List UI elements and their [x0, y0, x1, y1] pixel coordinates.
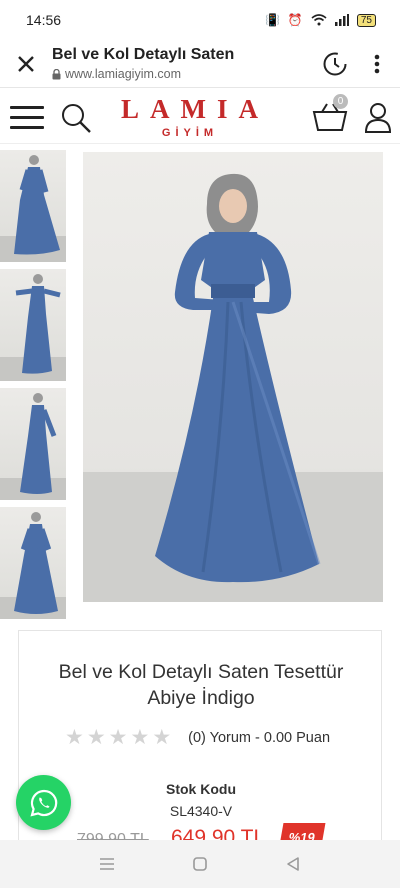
whatsapp-button[interactable]: [16, 775, 71, 830]
logo-sub: GİYİM: [161, 127, 219, 139]
product-thumbnail[interactable]: [0, 507, 66, 619]
product-thumbnail[interactable]: [0, 150, 66, 262]
product-name: Bel ve Kol Detaylı Saten Tesettür Abiye …: [58, 661, 344, 709]
star-icon: ★: [65, 726, 84, 749]
close-button[interactable]: [0, 55, 52, 73]
stock-code-value: SL4340-V: [169, 803, 233, 819]
history-icon[interactable]: [322, 51, 348, 77]
rating-text: (0) Yorum - 0.00 Puan: [188, 729, 331, 746]
stock-code-label: Stok Kodu: [166, 781, 236, 797]
site-logo[interactable]: LAMIA GİYİM: [100, 94, 280, 139]
product-main-image[interactable]: [83, 152, 383, 602]
star-icon: ★: [108, 726, 128, 749]
cart-button[interactable]: 0: [312, 94, 348, 137]
lock-icon: [52, 68, 61, 79]
search-icon[interactable]: [60, 102, 92, 134]
status-time: 14:56: [26, 12, 62, 28]
status-icons: 📳 ⏰ 75: [265, 13, 376, 27]
nav-menu-icon[interactable]: [99, 857, 115, 871]
logo-main: LAMIA: [121, 94, 269, 124]
product-rating[interactable]: ★ ★ ★ ★ ★ (0) Yorum - 0.00 Puan: [65, 725, 330, 750]
nav-back-icon[interactable]: [285, 856, 301, 872]
browser-toolbar: Bel ve Kol Detaylı Saten www.lamiagiyim.…: [0, 40, 400, 88]
product-info-card: Bel ve Kol Detaylı Saten Tesettür Abiye …: [18, 630, 382, 851]
thumbnail-list: [0, 150, 68, 626]
vibrate-icon: 📳: [264, 13, 280, 27]
close-icon: [18, 55, 34, 72]
page-info[interactable]: Bel ve Kol Detaylı Saten www.lamiagiyim.…: [52, 46, 322, 81]
site-header: LAMIA GİYİM 0: [0, 88, 400, 144]
product-thumbnail[interactable]: [0, 388, 66, 500]
page-url: www.lamiagiyim.com: [52, 67, 322, 81]
system-nav-bar: [0, 840, 400, 888]
battery-indicator: 75: [356, 13, 376, 27]
whatsapp-icon: [29, 789, 57, 817]
page-title: Bel ve Kol Detaylı Saten: [52, 46, 235, 63]
status-bar: 14:56 📳 ⏰ 75: [0, 0, 400, 40]
star-icon: ★: [152, 726, 172, 749]
signal-icon: [334, 14, 349, 26]
alarm-icon: ⏰: [287, 13, 303, 27]
menu-icon[interactable]: [10, 106, 44, 130]
wifi-icon: [311, 14, 327, 26]
more-vert-icon[interactable]: [374, 54, 380, 74]
nav-home-icon[interactable]: [192, 856, 208, 872]
product-thumbnail[interactable]: [0, 269, 66, 381]
user-icon[interactable]: [364, 102, 392, 134]
url-text: www.lamiagiyim.com: [65, 67, 181, 81]
star-icon: ★: [86, 726, 106, 749]
cart-count-badge: 0: [333, 94, 348, 109]
star-icon: ★: [130, 726, 150, 749]
